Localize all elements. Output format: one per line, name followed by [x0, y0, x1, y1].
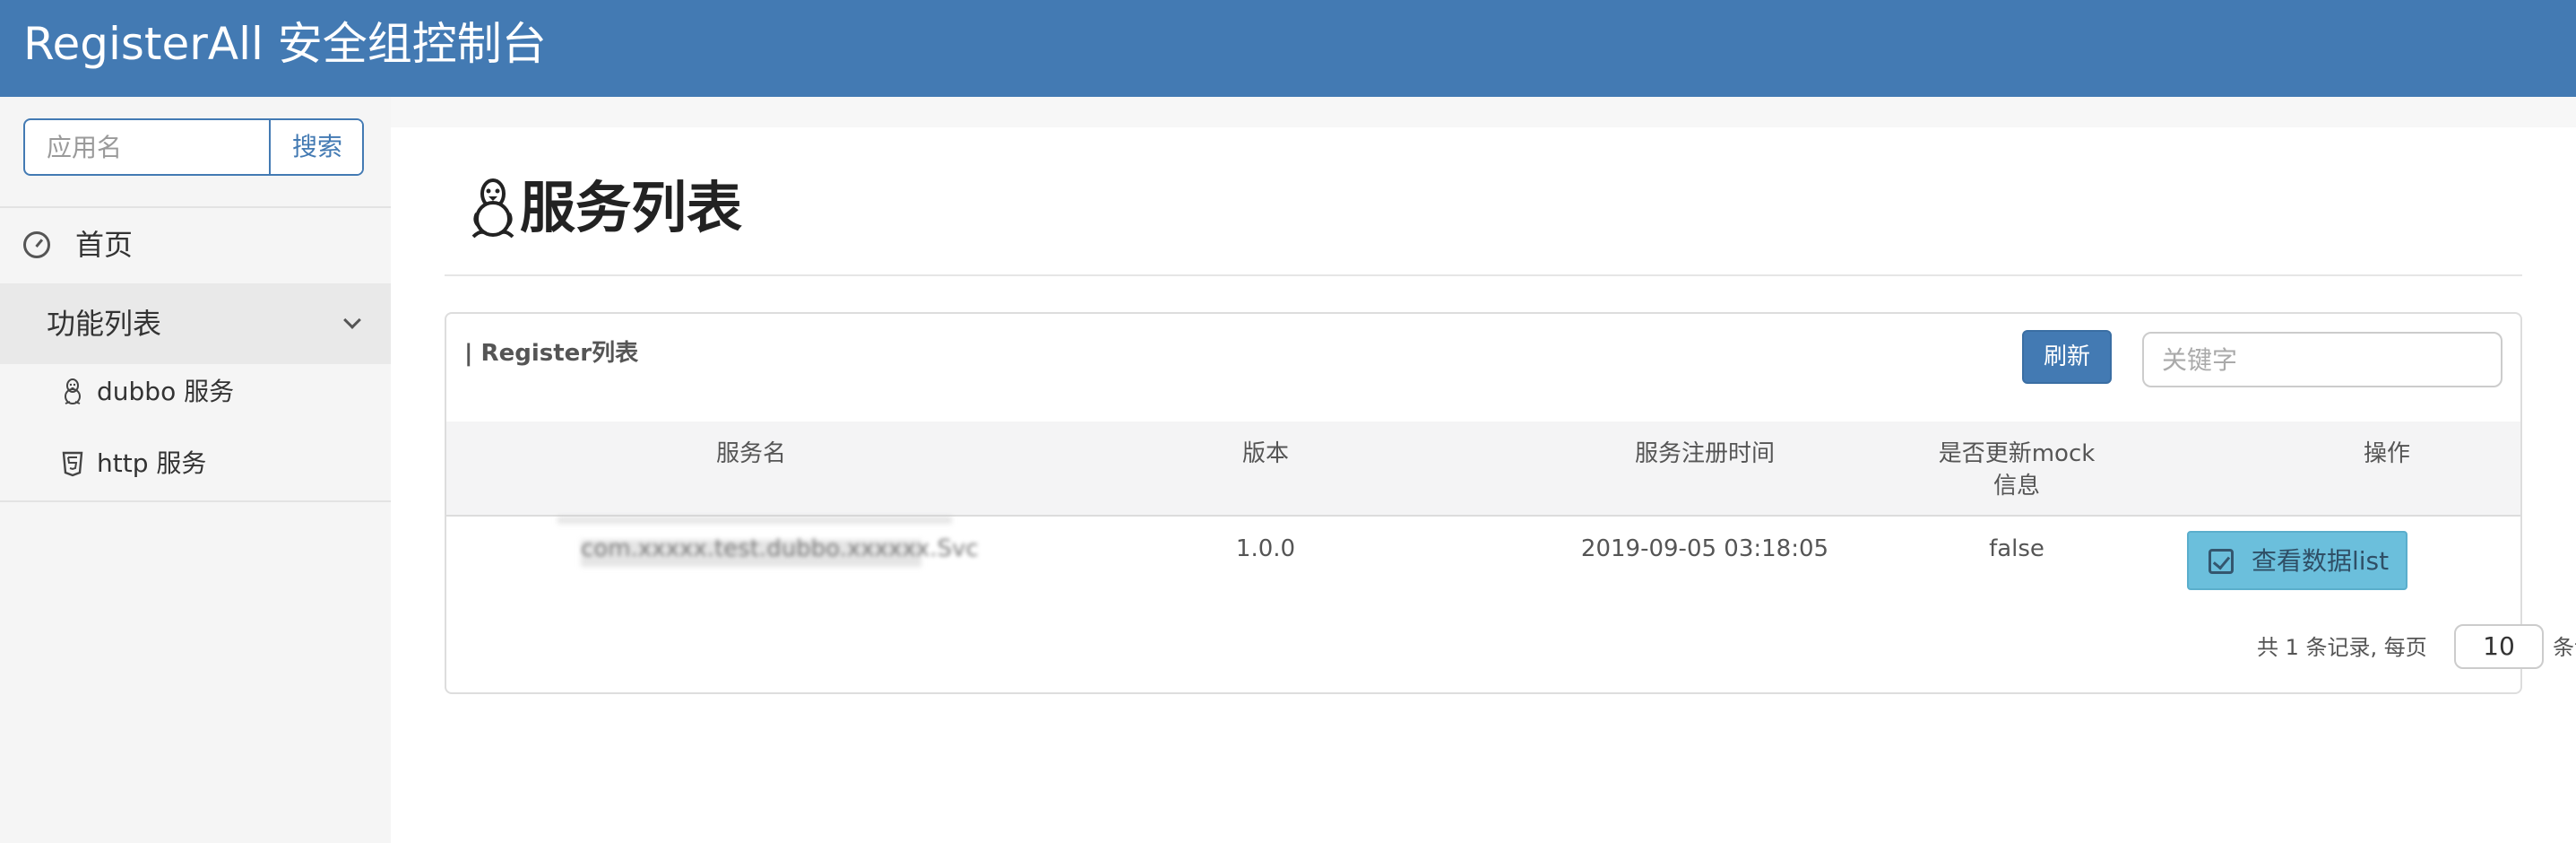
registered-at-cell: 2019-09-05 03:18:05: [1580, 535, 1829, 562]
sidebar-item-http[interactable]: http 服务: [0, 429, 391, 500]
check-square-icon: [2209, 549, 2234, 574]
sidebar-group-label: 功能列表: [47, 307, 162, 341]
column-header-registered-at: 服务注册时间: [1634, 440, 1775, 467]
keyword-search-input[interactable]: [2142, 332, 2503, 387]
mock-updated-cell: false: [1989, 535, 2044, 562]
column-header-mock-updated-line2: 信息: [1993, 473, 2040, 500]
penguin-icon: [471, 178, 514, 239]
chevron-down-icon: [343, 311, 361, 329]
search-button[interactable]: 搜索: [269, 120, 362, 174]
column-header-mock-updated: 是否更新mock: [1938, 440, 2096, 467]
content-top-strip: [391, 97, 2576, 127]
column-header-version: 版本: [1241, 440, 1289, 467]
column-header-actions: 操作: [2363, 440, 2410, 467]
table-header: 服务名 版本 服务注册时间 是否更新mock 信息 操作: [446, 422, 2520, 517]
view-data-list-label: 查看数据list: [2252, 546, 2390, 576]
dashboard-icon: [23, 231, 50, 258]
main-content: 服务列表 | Register列表 刷新 服务名 版本 服务注册时间 是否更新m…: [391, 97, 2576, 843]
column-header-service-name: 服务名: [715, 440, 786, 467]
table-row: com.xxxxx.test.dubbo.xxxxxx.Svc 1.0.0 20…: [446, 517, 2520, 606]
refresh-button[interactable]: 刷新: [2022, 330, 2112, 384]
title-divider: [445, 274, 2522, 276]
page-size-input[interactable]: 10: [2454, 624, 2544, 669]
app-search-group: 搜索: [23, 118, 364, 176]
sidebar-item-home[interactable]: 首页: [0, 208, 391, 282]
view-data-list-button[interactable]: 查看数据list: [2187, 531, 2407, 590]
sidebar-group-features[interactable]: 功能列表: [0, 283, 391, 364]
sidebar: 搜索 首页 功能列表 dubbo 服务 http 服务: [0, 97, 391, 843]
sidebar-item-label: 首页: [75, 228, 134, 262]
page-title: 服务列表: [520, 175, 743, 240]
panel-title: | Register列表: [464, 340, 639, 367]
pager-total-text: 共 1 条记录, 每页: [2257, 635, 2427, 660]
sidebar-item-dubbo[interactable]: dubbo 服务: [0, 357, 391, 429]
html5-icon: [62, 451, 83, 477]
app-name-search-input[interactable]: [25, 120, 269, 174]
penguin-icon: [65, 378, 81, 404]
top-header: RegisterAll 安全组控制台: [0, 0, 2576, 97]
sidebar-item-label: http 服务: [97, 448, 207, 478]
app-title: RegisterAll 安全组控制台: [23, 18, 547, 70]
register-list-panel: | Register列表 刷新 服务名 版本 服务注册时间 是否更新mock 信…: [445, 312, 2576, 694]
redaction-mark: [558, 517, 952, 524]
service-name-cell: com.xxxxx.test.dubbo.xxxxxx.Svc: [581, 535, 979, 562]
version-cell: 1.0.0: [1235, 535, 1296, 562]
pager-suffix-text: 条记录: [2553, 635, 2576, 660]
sidebar-item-label: dubbo 服务: [97, 377, 235, 406]
sidebar-divider: [0, 500, 391, 502]
